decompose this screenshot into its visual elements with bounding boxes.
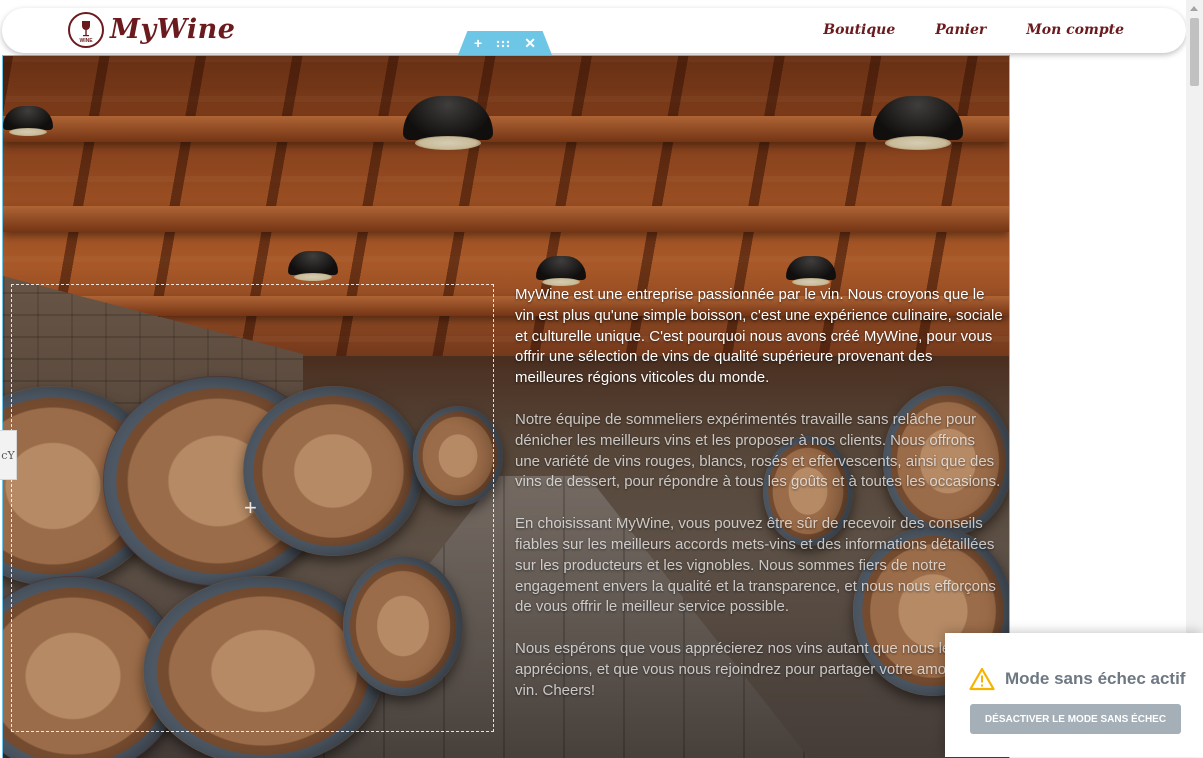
site-header: WINE MyWine Boutique Panier Mon compte bbox=[2, 8, 1186, 53]
scroll-thumb[interactable] bbox=[1190, 18, 1199, 86]
safe-mode-panel: Mode sans échec actif DÉSACTIVER LE MODE… bbox=[945, 633, 1203, 757]
logo-text[interactable]: MyWine bbox=[110, 14, 236, 45]
nav-link-panier[interactable]: Panier bbox=[935, 22, 986, 38]
scroll-up-arrow-icon[interactable] bbox=[1190, 6, 1198, 11]
main-nav: Boutique Panier Mon compte bbox=[823, 22, 1124, 38]
close-icon[interactable]: ✕ bbox=[524, 36, 536, 50]
disable-safe-mode-button[interactable]: DÉSACTIVER LE MODE SANS ÉCHEC bbox=[970, 704, 1181, 734]
nav-link-boutique[interactable]: Boutique bbox=[823, 22, 895, 38]
wine-glass-icon: WINE bbox=[79, 21, 93, 44]
warning-icon bbox=[969, 667, 995, 691]
add-element-icon[interactable]: + bbox=[244, 497, 257, 519]
section-handle: + ✕ bbox=[458, 31, 552, 55]
about-text: MyWine est une entreprise passionnée par… bbox=[515, 285, 1003, 723]
drag-handle-icon[interactable] bbox=[496, 36, 510, 50]
logo-badge[interactable]: WINE bbox=[68, 12, 104, 48]
edge-tab[interactable]: cY bbox=[0, 430, 17, 480]
about-paragraph-4: Nous espérons que vous apprécierez nos v… bbox=[515, 640, 981, 699]
nav-link-mon-compte[interactable]: Mon compte bbox=[1026, 22, 1124, 38]
logo-badge-text: WINE bbox=[79, 38, 93, 44]
about-paragraph-3: En choisissant MyWine, vous pouvez être … bbox=[515, 515, 996, 616]
about-paragraph-1: MyWine est une entreprise passionnée par… bbox=[515, 286, 1003, 387]
safe-mode-title: Mode sans échec actif bbox=[1005, 669, 1186, 688]
plus-icon[interactable]: + bbox=[474, 36, 482, 50]
edge-tab-text: cY bbox=[1, 448, 15, 462]
about-paragraph-2: Notre équipe de sommeliers expérimentés … bbox=[515, 410, 1001, 491]
